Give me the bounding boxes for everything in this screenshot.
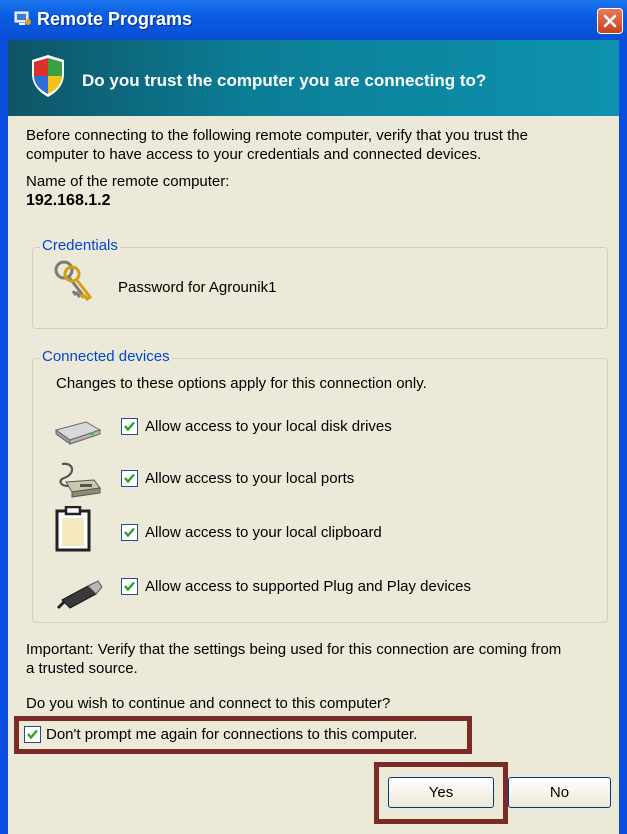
dialog-body: Before connecting to the following remot… [8,116,619,834]
important-text-line1: Important: Verify that the settings bein… [26,641,562,658]
no-button[interactable]: No [508,777,611,808]
dont-prompt-highlight [14,716,472,754]
usb-plug-icon [56,580,103,610]
disk-drives-label[interactable]: Allow access to your local disk drives [145,417,392,436]
remote-computer-icon [14,11,31,25]
disk-drive-icon [54,421,102,445]
checkmark-icon [124,473,135,484]
keys-icon [54,260,93,302]
plug-and-play-label[interactable]: Allow access to supported Plug and Play … [145,577,471,596]
plug-and-play-checkbox[interactable] [121,578,138,595]
checkmark-icon [124,527,135,538]
disk-drives-checkbox[interactable] [121,418,138,435]
important-text-line2: a trusted source. [26,660,138,677]
title-bar[interactable]: Remote Programs [0,0,627,40]
remote-computer-label: Name of the remote computer: [26,173,230,190]
yes-button-highlight [374,762,508,824]
window-title: Remote Programs [37,9,193,29]
security-banner: Do you trust the computer you are connec… [8,40,619,116]
connected-devices-title: Connected devices [40,348,172,365]
local-ports-label[interactable]: Allow access to your local ports [145,469,354,488]
intro-text-line1: Before connecting to the following remot… [26,127,528,144]
checkmark-icon [124,421,135,432]
intro-text-line2: computer to have access to your credenti… [26,146,482,163]
port-cable-icon [59,462,101,498]
local-clipboard-label[interactable]: Allow access to your local clipboard [145,523,382,542]
credentials-title: Credentials [40,237,120,254]
security-shield-icon [32,55,64,97]
continue-question: Do you wish to continue and connect to t… [26,695,391,712]
close-icon [603,14,617,28]
trust-question: Do you trust the computer you are connec… [82,71,487,90]
remote-programs-window: Remote Programs Do you trust the compute… [0,0,627,834]
local-ports-checkbox[interactable] [121,470,138,487]
clipboard-icon [55,506,91,552]
local-clipboard-checkbox[interactable] [121,524,138,541]
credentials-item: Password for Agrounik1 [118,279,277,296]
checkmark-icon [124,581,135,592]
close-button[interactable] [597,8,623,34]
devices-note: Changes to these options apply for this … [56,375,427,392]
remote-computer-name: 192.168.1.2 [26,192,111,209]
